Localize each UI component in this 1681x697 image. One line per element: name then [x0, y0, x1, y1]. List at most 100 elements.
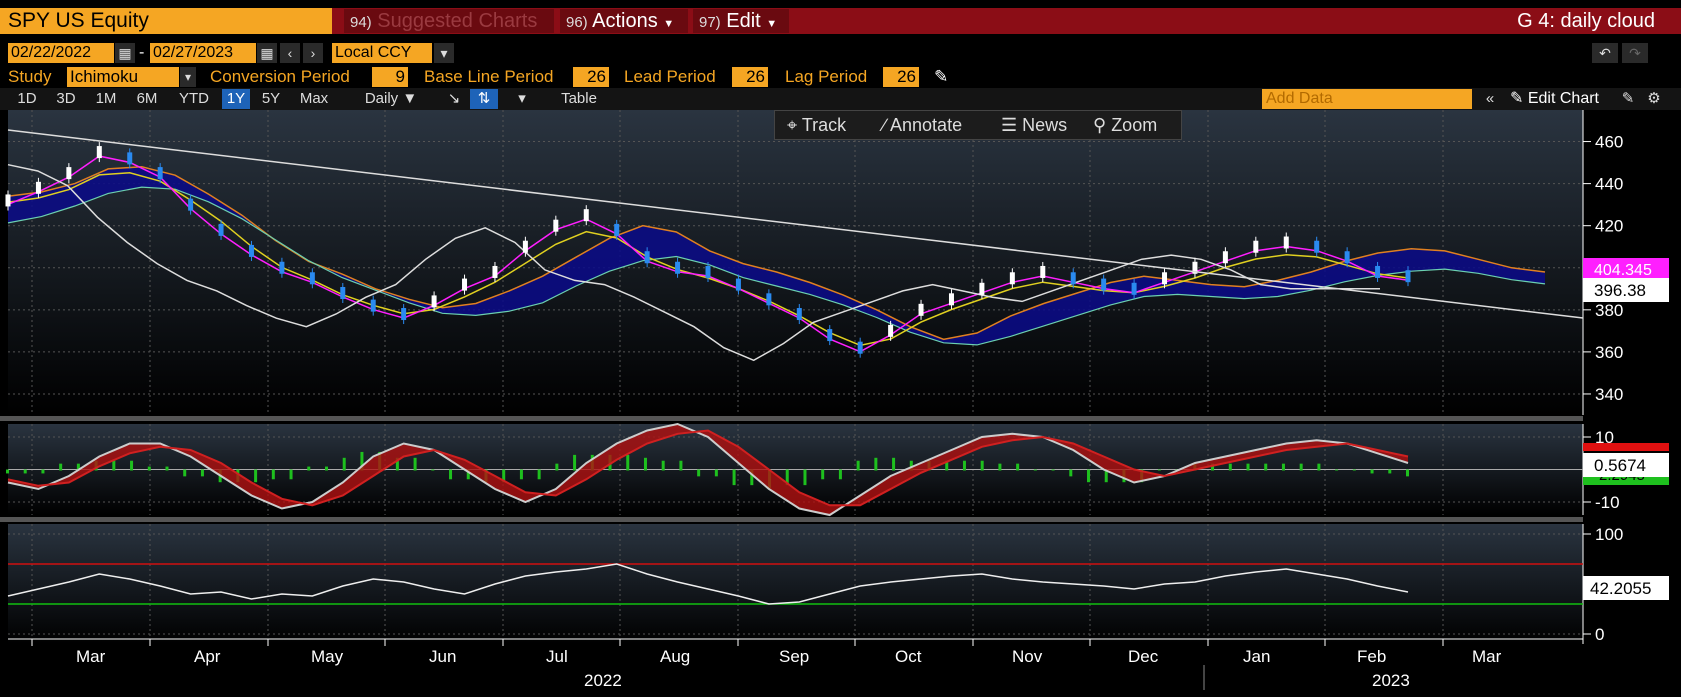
candlestick-icon[interactable]: ⇅	[470, 89, 498, 109]
suggested-charts-button[interactable]: 94) Suggested Charts	[344, 9, 554, 33]
title-bar: SPY US Equity 94) Suggested Charts 96) A…	[0, 8, 1681, 34]
chevron-down-icon[interactable]: ▾	[180, 67, 196, 87]
edit-label: Edit	[726, 10, 761, 32]
end-date-field[interactable]: 02/27/2023	[150, 43, 256, 63]
line-chart-icon[interactable]: ↘	[440, 89, 468, 109]
candle-body	[918, 303, 924, 316]
y-tick-label: 0	[1595, 625, 1604, 644]
collapse-icon[interactable]: «	[1478, 89, 1502, 109]
macd-histogram-bar	[59, 463, 63, 471]
period-5y[interactable]: 5Y	[252, 89, 290, 109]
ticker-field[interactable]: SPY US Equity	[0, 8, 332, 34]
candle-body	[370, 299, 376, 312]
macd-histogram-bar	[1370, 469, 1374, 474]
start-date-field[interactable]: 02/22/2022	[8, 43, 114, 63]
macd-histogram-bar	[998, 463, 1002, 471]
macd-value-label: 0.5674	[1594, 456, 1646, 475]
period-1y[interactable]: 1Y	[222, 89, 250, 109]
macd-histogram-bar	[679, 460, 683, 471]
gear-icon[interactable]: ⚙	[1644, 89, 1664, 109]
chevron-down-icon: ▼	[663, 18, 675, 30]
macd-histogram-bar	[626, 454, 630, 471]
prev-arrow-icon[interactable]: ‹	[280, 43, 300, 63]
chevron-down-icon[interactable]: ▾	[512, 89, 532, 109]
actions-label: Actions	[592, 10, 658, 32]
macd-histogram-bar	[431, 469, 435, 471]
candle-body	[979, 282, 985, 295]
candle-body	[431, 295, 437, 308]
candle-body	[705, 265, 711, 278]
actions-menu-button[interactable]: 96) Actions ▼	[560, 9, 688, 33]
redo-icon[interactable]: ↷	[1622, 43, 1648, 63]
lag-field[interactable]: 26	[883, 67, 919, 87]
news-tool[interactable]: ☰ News	[1001, 111, 1067, 139]
candle-body	[218, 223, 224, 236]
table-button[interactable]: Table	[546, 89, 612, 109]
currency-select[interactable]: Local CCY	[332, 43, 432, 63]
baseline-field[interactable]: 26	[573, 67, 609, 87]
macd-histogram-bar	[803, 469, 807, 486]
zoom-tool[interactable]: ⚲ Zoom	[1093, 111, 1157, 139]
chevron-down-icon[interactable]: ▾	[434, 43, 454, 63]
macd-histogram-bar	[732, 469, 736, 486]
pencil-icon[interactable]: ✎	[934, 67, 948, 87]
top-strip	[0, 0, 1681, 8]
candle-body	[553, 219, 559, 232]
track-tool[interactable]: ⌖ Track	[787, 111, 846, 139]
macd-histogram-bar	[962, 460, 966, 471]
macd-histogram-bar	[1246, 463, 1250, 471]
study-select[interactable]: Ichimoku	[67, 67, 179, 87]
macd-histogram-bar	[838, 469, 842, 480]
x-month-label: Dec	[1128, 647, 1159, 666]
y-tick-label: 340	[1595, 385, 1623, 404]
conversion-field[interactable]: 9	[372, 67, 408, 87]
baseline-label: Base Line Period	[424, 67, 554, 86]
candle-body	[1253, 240, 1259, 253]
candle-body	[1040, 265, 1046, 278]
suggested-label: Suggested Charts	[377, 10, 538, 32]
candle-body	[827, 329, 833, 342]
x-month-label: Nov	[1012, 647, 1043, 666]
add-data-input[interactable]: Add Data	[1262, 89, 1472, 109]
lead-label: Lead Period	[624, 67, 716, 86]
y-tick-label: 380	[1595, 301, 1623, 320]
calendar-icon[interactable]: ▦	[257, 43, 277, 63]
edit-icon[interactable]: ✎	[1618, 89, 1638, 109]
y-tick-label: -10	[1595, 493, 1620, 512]
annotate-tool[interactable]: ∕ Annotate	[883, 111, 962, 139]
macd-histogram-bar	[1264, 463, 1268, 471]
candle-body	[644, 251, 650, 264]
chart-title: G 4: daily cloud	[1517, 10, 1655, 32]
chart-canvas[interactable]: 340360380400420440460404.345396.38 10-10…	[0, 110, 1681, 697]
macd-histogram-bar	[537, 469, 541, 480]
undo-icon[interactable]: ↶	[1592, 43, 1618, 63]
edit-num: 97)	[699, 14, 721, 31]
panel-divider	[0, 517, 1583, 522]
candle-body	[1009, 272, 1015, 285]
period-ytd[interactable]: YTD	[168, 89, 220, 109]
macd-signal-tag	[1583, 443, 1669, 451]
next-arrow-icon[interactable]: ›	[303, 43, 323, 63]
period-1d[interactable]: 1D	[8, 89, 46, 109]
x-month-label: Feb	[1357, 647, 1386, 666]
candle-body	[401, 308, 407, 321]
edit-chart-button[interactable]: ✎ Edit Chart	[1510, 89, 1599, 109]
edit-menu-button[interactable]: 97) Edit ▼	[693, 9, 789, 33]
lead-field[interactable]: 26	[732, 67, 768, 87]
period-1m[interactable]: 1M	[86, 89, 126, 109]
candle-body	[614, 223, 620, 236]
x-year-label: 2022	[584, 671, 622, 690]
macd-histogram-bar	[289, 469, 293, 480]
x-month-label: May	[311, 647, 344, 666]
candle-body	[1344, 251, 1350, 264]
frequency-select[interactable]: Daily ▼	[364, 89, 418, 109]
period-max[interactable]: Max	[292, 89, 336, 109]
period-3d[interactable]: 3D	[48, 89, 84, 109]
lag-label: Lag Period	[785, 67, 868, 86]
panel-background	[8, 524, 1583, 644]
calendar-icon[interactable]: ▦	[115, 43, 135, 63]
candle-body	[127, 152, 133, 165]
period-6m[interactable]: 6M	[128, 89, 166, 109]
macd-histogram-bar	[1087, 469, 1091, 483]
x-month-label: Jun	[429, 647, 456, 666]
